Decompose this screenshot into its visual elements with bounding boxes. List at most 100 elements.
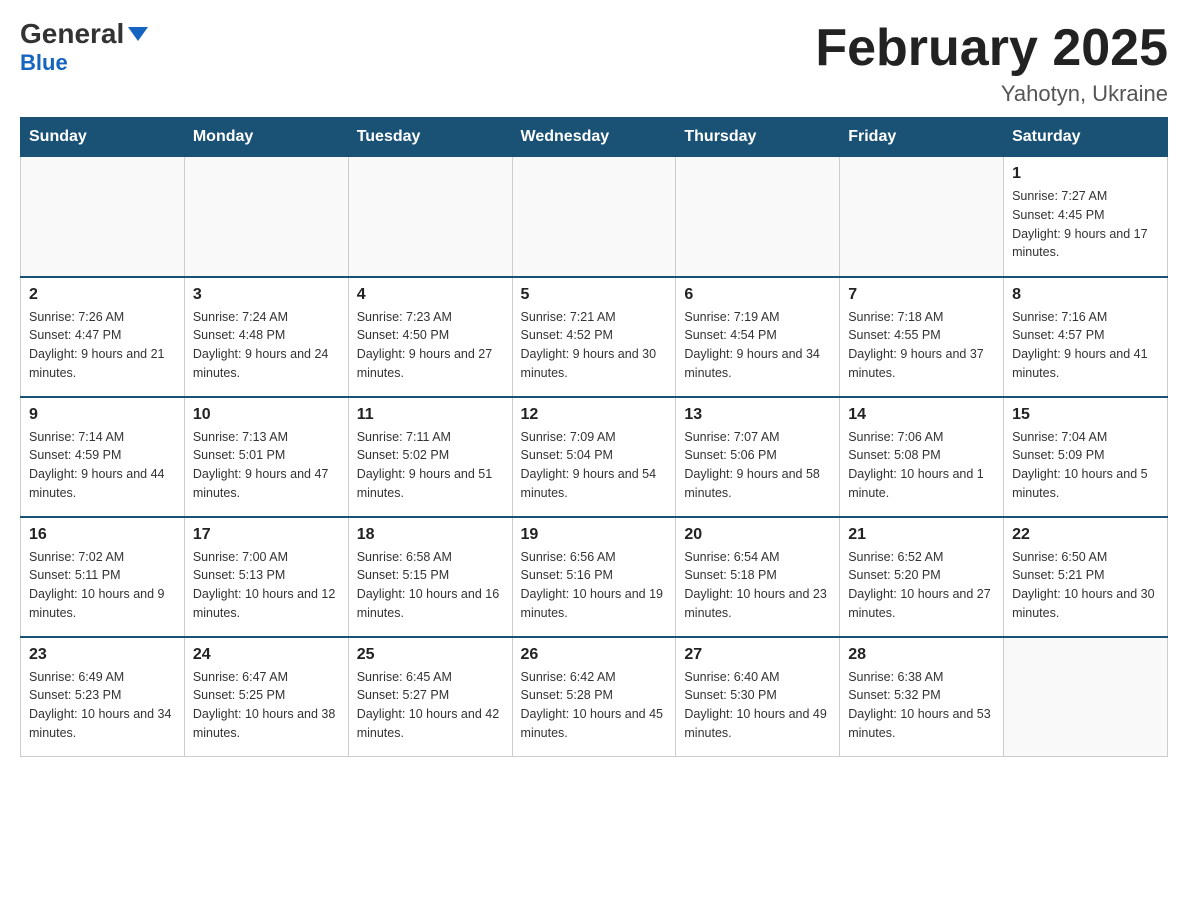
day-info: Sunrise: 7:07 AMSunset: 5:06 PMDaylight:… — [684, 428, 831, 503]
month-title: February 2025 — [815, 20, 1168, 77]
day-info: Sunrise: 6:45 AMSunset: 5:27 PMDaylight:… — [357, 668, 504, 743]
day-number: 28 — [848, 646, 995, 664]
day-info: Sunrise: 6:38 AMSunset: 5:32 PMDaylight:… — [848, 668, 995, 743]
day-info: Sunrise: 7:19 AMSunset: 4:54 PMDaylight:… — [684, 308, 831, 383]
calendar-cell: 22 Sunrise: 6:50 AMSunset: 5:21 PMDayligh… — [1004, 517, 1168, 637]
calendar-cell: 11 Sunrise: 7:11 AMSunset: 5:02 PMDayligh… — [348, 397, 512, 517]
location: Yahotyn, Ukraine — [815, 81, 1168, 107]
day-info: Sunrise: 7:09 AMSunset: 5:04 PMDaylight:… — [521, 428, 668, 503]
calendar-week-row: 16 Sunrise: 7:02 AMSunset: 5:11 PMDayligh… — [21, 517, 1168, 637]
calendar-week-row: 1 Sunrise: 7:27 AMSunset: 4:45 PMDaylight… — [21, 157, 1168, 277]
calendar-cell: 15Sunrise: 7:04 AMSunset: 5:09 PMDayligh… — [1004, 397, 1168, 517]
day-number: 1 — [1012, 165, 1159, 183]
day-number: 14 — [848, 406, 995, 424]
weekday-header-wednesday: Wednesday — [512, 118, 676, 157]
day-number: 7 — [848, 286, 995, 304]
calendar-cell: 8 Sunrise: 7:16 AMSunset: 4:57 PMDaylight… — [1004, 277, 1168, 397]
day-info: Sunrise: 7:16 AMSunset: 4:57 PMDaylight:… — [1012, 308, 1159, 383]
day-info: Sunrise: 7:21 AMSunset: 4:52 PMDaylight:… — [521, 308, 668, 383]
day-number: 12 — [521, 406, 668, 424]
day-info: Sunrise: 7:14 AMSunset: 4:59 PMDaylight:… — [29, 428, 176, 503]
day-number: 18 — [357, 526, 504, 544]
calendar-cell — [1004, 637, 1168, 757]
calendar-week-row: 2Sunrise: 7:26 AMSunset: 4:47 PMDaylight… — [21, 277, 1168, 397]
calendar-cell: 6 Sunrise: 7:19 AMSunset: 4:54 PMDaylight… — [676, 277, 840, 397]
day-number: 22 — [1012, 526, 1159, 544]
day-number: 20 — [684, 526, 831, 544]
day-info: Sunrise: 6:50 AMSunset: 5:21 PMDaylight:… — [1012, 548, 1159, 623]
day-number: 9 — [29, 406, 176, 424]
day-info: Sunrise: 7:24 AMSunset: 4:48 PMDaylight:… — [193, 308, 340, 383]
day-info: Sunrise: 7:13 AMSunset: 5:01 PMDaylight:… — [193, 428, 340, 503]
page-header: General Blue February 2025 Yahotyn, Ukra… — [20, 20, 1168, 107]
day-info: Sunrise: 7:26 AMSunset: 4:47 PMDaylight:… — [29, 308, 176, 383]
weekday-header-thursday: Thursday — [676, 118, 840, 157]
calendar-cell — [676, 157, 840, 277]
day-info: Sunrise: 7:18 AMSunset: 4:55 PMDaylight:… — [848, 308, 995, 383]
day-info: Sunrise: 7:27 AMSunset: 4:45 PMDaylight:… — [1012, 187, 1159, 262]
day-number: 26 — [521, 646, 668, 664]
calendar-table: SundayMondayTuesdayWednesdayThursdayFrid… — [20, 117, 1168, 757]
calendar-cell: 26 Sunrise: 6:42 AMSunset: 5:28 PMDayligh… — [512, 637, 676, 757]
calendar-cell: 12 Sunrise: 7:09 AMSunset: 5:04 PMDayligh… — [512, 397, 676, 517]
day-info: Sunrise: 6:58 AMSunset: 5:15 PMDaylight:… — [357, 548, 504, 623]
logo-blue: Blue — [20, 50, 68, 76]
calendar-cell — [840, 157, 1004, 277]
logo: General Blue — [20, 20, 148, 76]
day-number: 15 — [1012, 406, 1159, 424]
day-info: Sunrise: 6:49 AMSunset: 5:23 PMDaylight:… — [29, 668, 176, 743]
day-number: 8 — [1012, 286, 1159, 304]
day-number: 6 — [684, 286, 831, 304]
calendar-cell: 18 Sunrise: 6:58 AMSunset: 5:15 PMDayligh… — [348, 517, 512, 637]
calendar-cell: 7 Sunrise: 7:18 AMSunset: 4:55 PMDaylight… — [840, 277, 1004, 397]
weekday-header-sunday: Sunday — [21, 118, 185, 157]
day-info: Sunrise: 7:11 AMSunset: 5:02 PMDaylight:… — [357, 428, 504, 503]
calendar-cell: 4 Sunrise: 7:23 AMSunset: 4:50 PMDaylight… — [348, 277, 512, 397]
day-number: 5 — [521, 286, 668, 304]
calendar-cell: 20 Sunrise: 6:54 AMSunset: 5:18 PMDayligh… — [676, 517, 840, 637]
calendar-cell: 9 Sunrise: 7:14 AMSunset: 4:59 PMDaylight… — [21, 397, 185, 517]
day-number: 24 — [193, 646, 340, 664]
calendar-cell: 19 Sunrise: 6:56 AMSunset: 5:16 PMDayligh… — [512, 517, 676, 637]
day-number: 21 — [848, 526, 995, 544]
calendar-cell: 10Sunrise: 7:13 AMSunset: 5:01 PMDayligh… — [184, 397, 348, 517]
day-number: 16 — [29, 526, 176, 544]
day-info: Sunrise: 7:00 AMSunset: 5:13 PMDaylight:… — [193, 548, 340, 623]
calendar-week-row: 9 Sunrise: 7:14 AMSunset: 4:59 PMDaylight… — [21, 397, 1168, 517]
calendar-cell: 28 Sunrise: 6:38 AMSunset: 5:32 PMDayligh… — [840, 637, 1004, 757]
weekday-header-monday: Monday — [184, 118, 348, 157]
day-info: Sunrise: 6:42 AMSunset: 5:28 PMDaylight:… — [521, 668, 668, 743]
day-info: Sunrise: 6:54 AMSunset: 5:18 PMDaylight:… — [684, 548, 831, 623]
logo-general: General — [20, 20, 124, 48]
day-info: Sunrise: 7:06 AMSunset: 5:08 PMDaylight:… — [848, 428, 995, 503]
day-info: Sunrise: 6:40 AMSunset: 5:30 PMDaylight:… — [684, 668, 831, 743]
weekday-header-tuesday: Tuesday — [348, 118, 512, 157]
calendar-cell — [348, 157, 512, 277]
day-info: Sunrise: 6:52 AMSunset: 5:20 PMDaylight:… — [848, 548, 995, 623]
calendar-cell: 14 Sunrise: 7:06 AMSunset: 5:08 PMDayligh… — [840, 397, 1004, 517]
day-number: 19 — [521, 526, 668, 544]
day-number: 27 — [684, 646, 831, 664]
calendar-cell: 21 Sunrise: 6:52 AMSunset: 5:20 PMDayligh… — [840, 517, 1004, 637]
day-info: Sunrise: 7:23 AMSunset: 4:50 PMDaylight:… — [357, 308, 504, 383]
calendar-cell: 2Sunrise: 7:26 AMSunset: 4:47 PMDaylight… — [21, 277, 185, 397]
day-number: 11 — [357, 406, 504, 424]
title-area: February 2025 Yahotyn, Ukraine — [815, 20, 1168, 107]
calendar-cell: 3 Sunrise: 7:24 AMSunset: 4:48 PMDaylight… — [184, 277, 348, 397]
calendar-cell: 13Sunrise: 7:07 AMSunset: 5:06 PMDayligh… — [676, 397, 840, 517]
day-info: Sunrise: 7:02 AMSunset: 5:11 PMDaylight:… — [29, 548, 176, 623]
day-number: 4 — [357, 286, 504, 304]
day-info: Sunrise: 6:56 AMSunset: 5:16 PMDaylight:… — [521, 548, 668, 623]
day-number: 17 — [193, 526, 340, 544]
weekday-header-row: SundayMondayTuesdayWednesdayThursdayFrid… — [21, 118, 1168, 157]
weekday-header-friday: Friday — [840, 118, 1004, 157]
calendar-cell: 25Sunrise: 6:45 AMSunset: 5:27 PMDayligh… — [348, 637, 512, 757]
calendar-cell: 16 Sunrise: 7:02 AMSunset: 5:11 PMDayligh… — [21, 517, 185, 637]
calendar-cell: 5 Sunrise: 7:21 AMSunset: 4:52 PMDaylight… — [512, 277, 676, 397]
calendar-cell — [184, 157, 348, 277]
calendar-cell: 27 Sunrise: 6:40 AMSunset: 5:30 PMDayligh… — [676, 637, 840, 757]
calendar-week-row: 23Sunrise: 6:49 AMSunset: 5:23 PMDayligh… — [21, 637, 1168, 757]
day-number: 3 — [193, 286, 340, 304]
calendar-cell: 17 Sunrise: 7:00 AMSunset: 5:13 PMDayligh… — [184, 517, 348, 637]
calendar-cell: 1 Sunrise: 7:27 AMSunset: 4:45 PMDaylight… — [1004, 157, 1168, 277]
